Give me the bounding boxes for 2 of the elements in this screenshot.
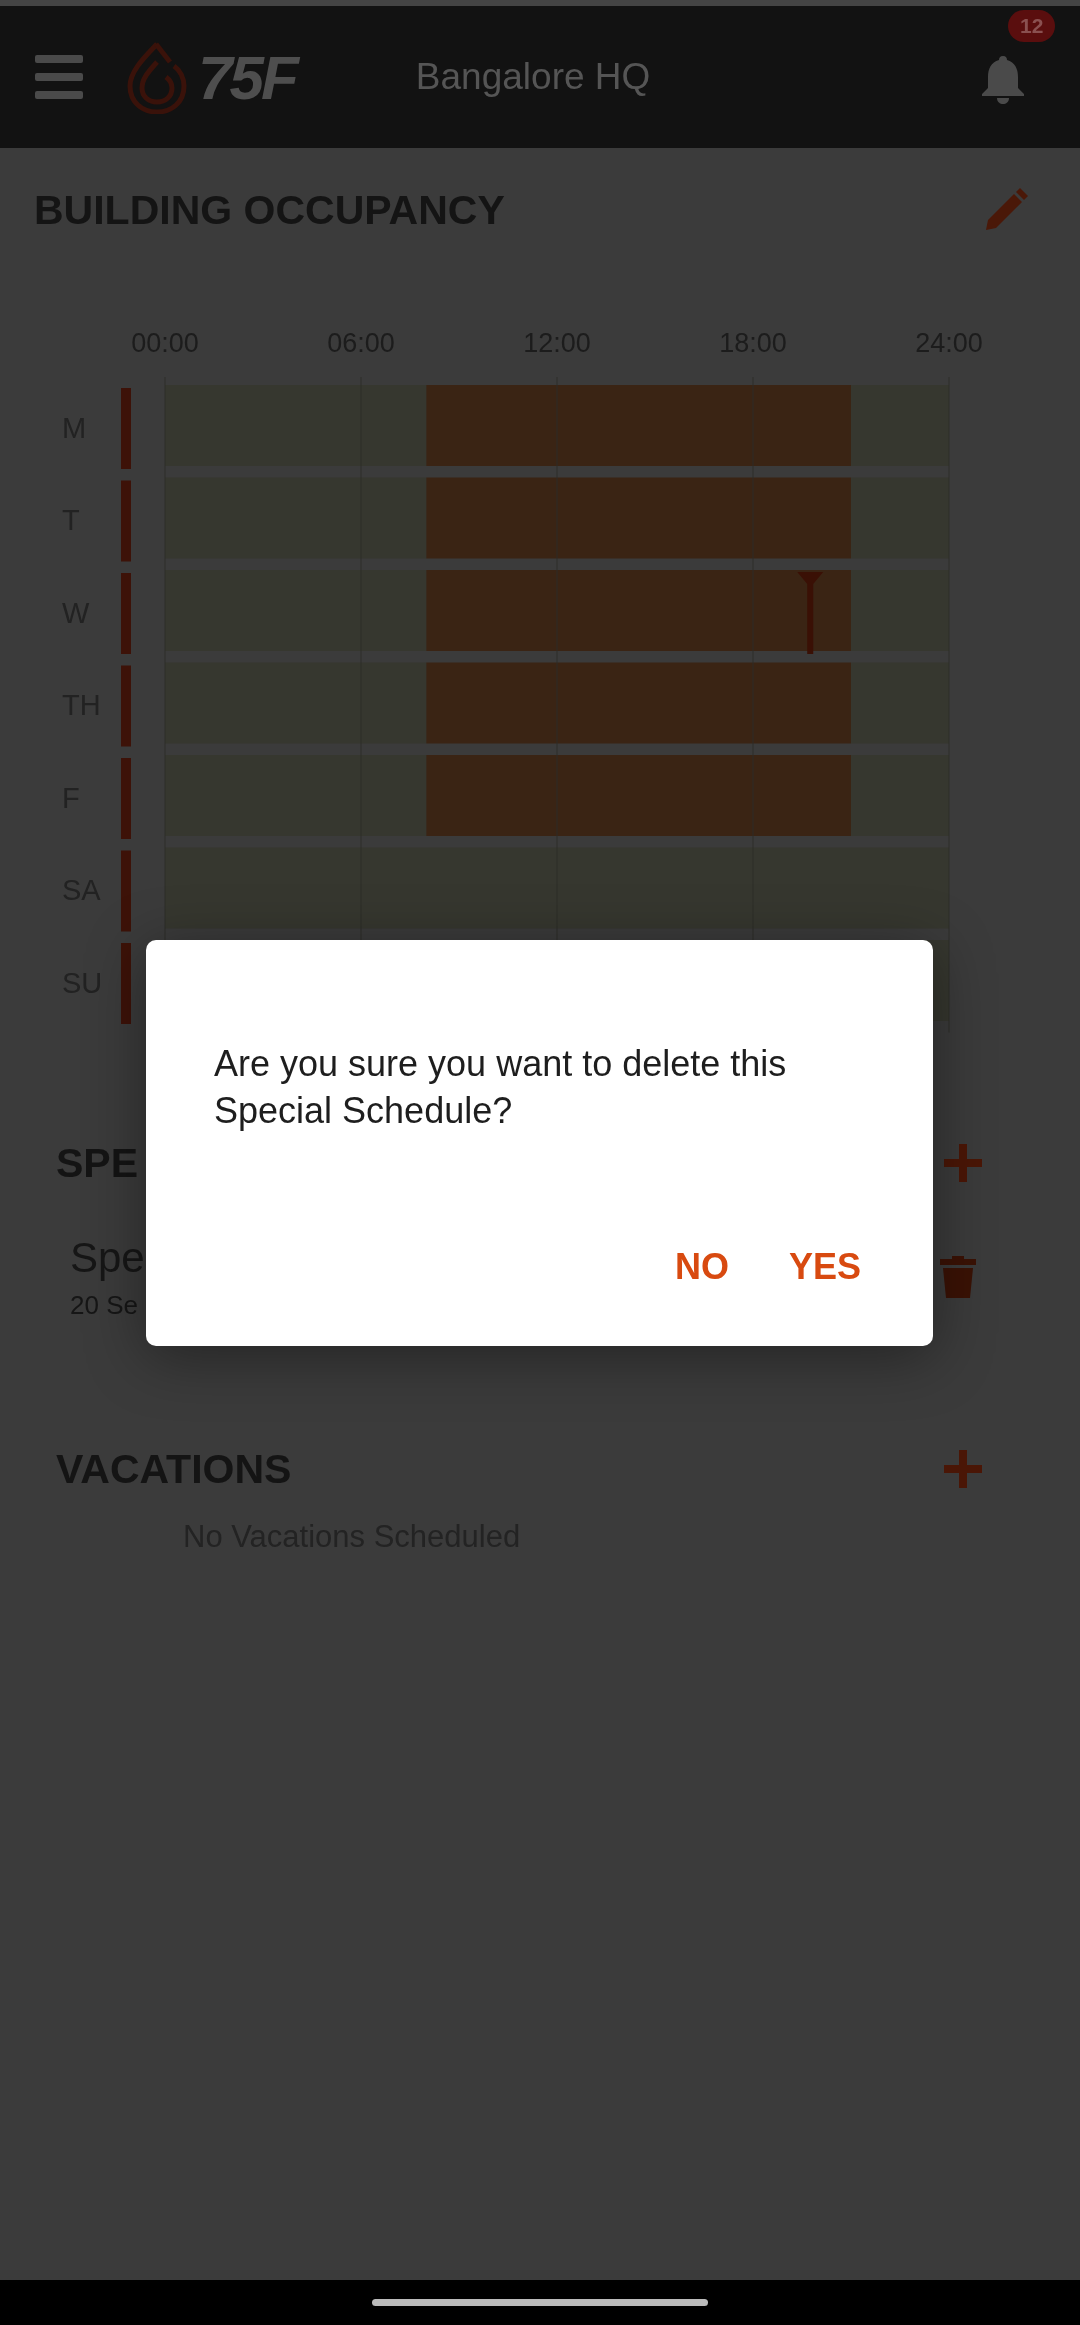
- dialog-message: Are you sure you want to delete this Special Schedule?: [214, 1042, 788, 1133]
- notification-badge: 12: [1008, 10, 1056, 42]
